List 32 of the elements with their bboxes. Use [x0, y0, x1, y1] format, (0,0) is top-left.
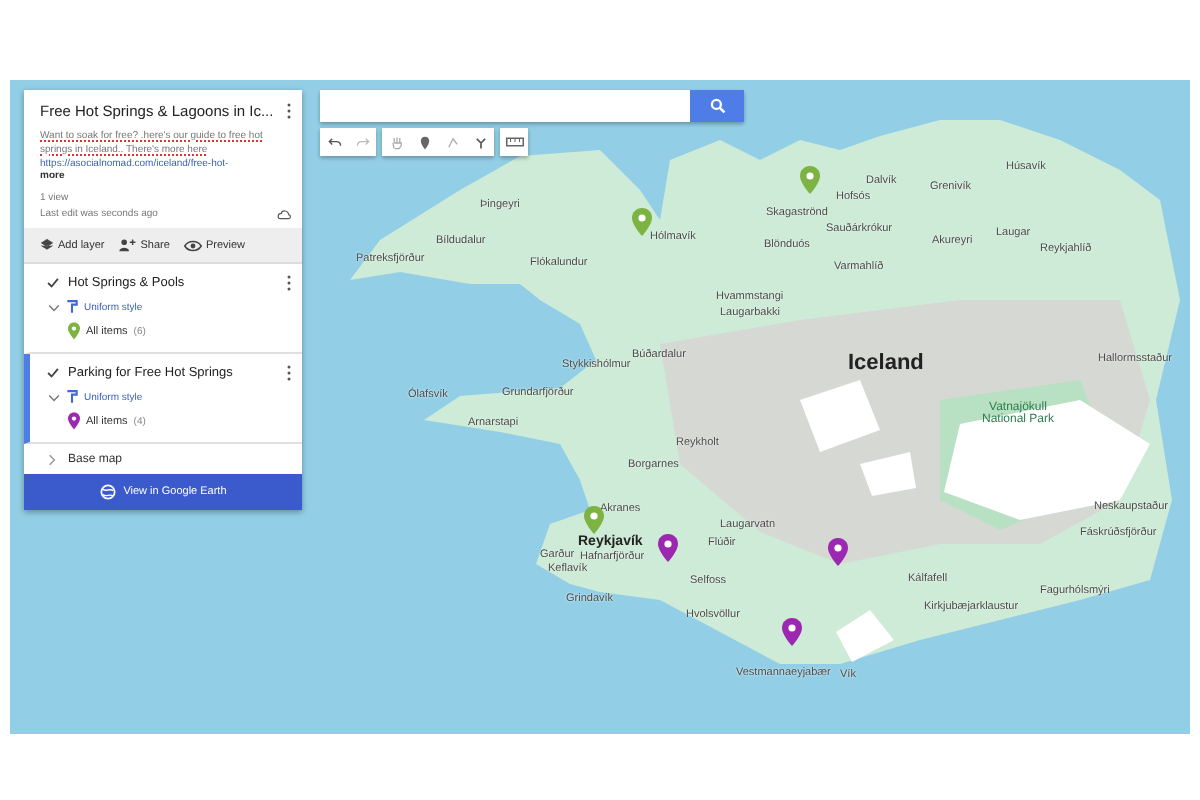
directions-tool-button[interactable]	[466, 128, 494, 156]
undo-button[interactable]	[320, 128, 348, 156]
search-button[interactable]	[690, 90, 744, 122]
chevron-down-icon[interactable]	[48, 393, 60, 401]
map-pin-icon[interactable]	[782, 618, 802, 646]
redo-icon	[355, 135, 369, 149]
layer-checkbox[interactable]	[46, 276, 60, 290]
search-field[interactable]	[320, 90, 690, 122]
line-icon	[445, 135, 459, 149]
layer-checkbox[interactable]	[46, 366, 60, 380]
globe-icon	[99, 484, 116, 500]
more-options-icon[interactable]	[286, 102, 292, 120]
paint-roller-icon	[66, 300, 78, 314]
layer-options-icon[interactable]	[286, 364, 292, 382]
paint-roller-icon	[66, 390, 78, 404]
chevron-down-icon[interactable]	[48, 303, 60, 311]
layer-options-icon[interactable]	[286, 274, 292, 292]
chevron-icon[interactable]	[48, 454, 56, 466]
search-icon	[709, 98, 725, 114]
ruler-button[interactable]	[500, 128, 528, 156]
undo-icon	[327, 135, 341, 149]
ruler-icon	[505, 136, 523, 148]
directions-icon	[473, 135, 487, 149]
hand-icon	[389, 135, 403, 149]
marker-icon	[417, 135, 431, 149]
eye-icon	[183, 239, 202, 251]
place-label: Iceland	[848, 353, 924, 375]
map-pin-icon[interactable]	[658, 534, 678, 562]
map-pin-icon[interactable]	[828, 538, 848, 566]
layers-icon	[40, 238, 54, 252]
add-person-icon	[118, 238, 137, 252]
cloud-icon	[276, 208, 292, 220]
